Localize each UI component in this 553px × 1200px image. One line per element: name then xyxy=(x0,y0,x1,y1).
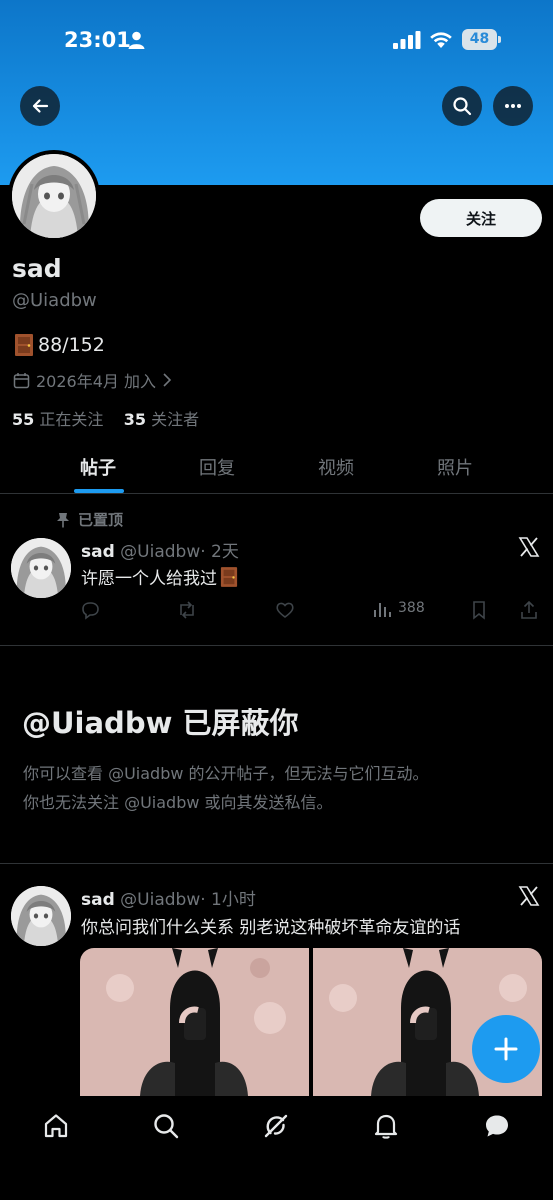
like-icon xyxy=(276,602,294,618)
followers-count: 35 xyxy=(123,410,146,429)
avatar-image xyxy=(11,538,71,598)
search-icon xyxy=(453,97,472,116)
profile-tabs: 帖子 回复 视频 照片 xyxy=(0,448,553,494)
blocked-message-line1: 你可以查看 @Uiadbw 的公开帖子，但无法与它们互动。 xyxy=(23,764,429,783)
followers-link[interactable]: 35 关注者 xyxy=(124,410,199,429)
x-logo-icon xyxy=(518,537,540,557)
post-time: · 2天 xyxy=(200,542,239,562)
pinned-indicator: 已置顶 xyxy=(56,509,123,530)
home-icon[interactable] xyxy=(42,1112,70,1140)
more-button[interactable] xyxy=(493,86,533,126)
pin-icon xyxy=(57,512,69,527)
tab-replies[interactable]: 回复 xyxy=(199,454,235,480)
views-icon xyxy=(374,603,391,617)
search-icon[interactable] xyxy=(152,1112,180,1140)
divider xyxy=(0,645,553,646)
tab-photos[interactable]: 照片 xyxy=(437,454,473,480)
avatar-image xyxy=(11,886,71,946)
post-text-content: 许愿一个人给我过 xyxy=(81,569,217,589)
notifications-icon[interactable] xyxy=(372,1112,400,1140)
post-header: sad @Uiadbw· 1小时 xyxy=(81,885,256,910)
battery-icon: 48 xyxy=(462,29,502,50)
back-button[interactable] xyxy=(20,86,60,126)
followers-label: 关注者 xyxy=(151,410,200,429)
following-count: 55 xyxy=(12,410,35,429)
home-indicator xyxy=(139,1182,415,1187)
wifi-icon xyxy=(430,32,452,48)
avatar-image xyxy=(12,154,96,238)
reply-icon xyxy=(82,602,99,620)
follow-button[interactable]: 关注 xyxy=(420,199,542,237)
x-logo-icon xyxy=(518,886,540,906)
photo-image xyxy=(80,948,309,1096)
post-text-content: 你总问我们什么关系 别老说这种破坏革命友谊的话 xyxy=(81,918,461,938)
tab-posts[interactable]: 帖子 xyxy=(80,454,116,480)
battery-level: 48 xyxy=(462,29,497,50)
status-time: 23:01 xyxy=(64,28,131,52)
profile-handle: @Uiadbw xyxy=(12,290,97,311)
plus-icon xyxy=(494,1037,518,1061)
profile-avatar[interactable] xyxy=(8,150,100,242)
following-label: 正在关注 xyxy=(39,410,104,429)
share-icon xyxy=(521,600,537,619)
search-button[interactable] xyxy=(442,86,482,126)
chevron-right-icon xyxy=(163,373,172,387)
grok-icon[interactable] xyxy=(262,1112,290,1140)
profile-name: sad xyxy=(12,254,62,283)
person-icon xyxy=(128,31,145,49)
door-icon xyxy=(220,566,238,587)
active-tab-indicator xyxy=(74,489,124,493)
pinned-label: 已置顶 xyxy=(78,511,124,529)
bio-text: 88/152 xyxy=(38,334,105,356)
joined-text: 2026年4月 加入 xyxy=(36,372,156,391)
divider xyxy=(0,863,553,864)
repost-icon xyxy=(180,601,194,619)
following-link[interactable]: 55 正在关注 xyxy=(12,410,103,429)
views-count[interactable]: 388 xyxy=(398,600,425,616)
post-author-name[interactable]: sad xyxy=(81,890,115,910)
more-icon xyxy=(505,104,521,108)
messages-icon[interactable] xyxy=(483,1112,511,1140)
profile-bio: 88/152 xyxy=(14,333,105,357)
post-image[interactable] xyxy=(80,948,309,1096)
cellular-signal-icon xyxy=(393,31,421,49)
post-actions: 388 xyxy=(80,598,540,622)
post-author-handle: @Uiadbw xyxy=(120,542,201,562)
post-avatar[interactable] xyxy=(11,886,71,946)
post-author-name[interactable]: sad xyxy=(81,542,115,562)
tab-videos[interactable]: 视频 xyxy=(318,454,354,480)
door-icon xyxy=(15,334,33,356)
post-author-handle: @Uiadbw xyxy=(120,890,201,910)
calendar-icon xyxy=(13,372,30,388)
post-header: sad @Uiadbw· 2天 xyxy=(81,537,239,562)
blocked-message-line2: 你也无法关注 @Uiadbw 或向其发送私信。 xyxy=(23,793,333,812)
blocked-title: @Uiadbw 已屏蔽你 xyxy=(22,706,299,740)
post-text: 许愿一个人给我过 xyxy=(81,564,238,589)
compose-button[interactable] xyxy=(472,1015,540,1083)
post-avatar[interactable] xyxy=(11,538,71,598)
post-time: · 1小时 xyxy=(200,890,256,910)
arrow-left-icon xyxy=(32,99,49,113)
follow-stats: 55 正在关注 35 关注者 xyxy=(12,406,199,430)
joined-date[interactable]: 2026年4月 加入 xyxy=(13,368,172,392)
bookmark-icon xyxy=(473,601,485,620)
post-text: 你总问我们什么关系 别老说这种破坏革命友谊的话 xyxy=(81,913,460,938)
status-bar: 23:01 48 xyxy=(0,0,553,80)
